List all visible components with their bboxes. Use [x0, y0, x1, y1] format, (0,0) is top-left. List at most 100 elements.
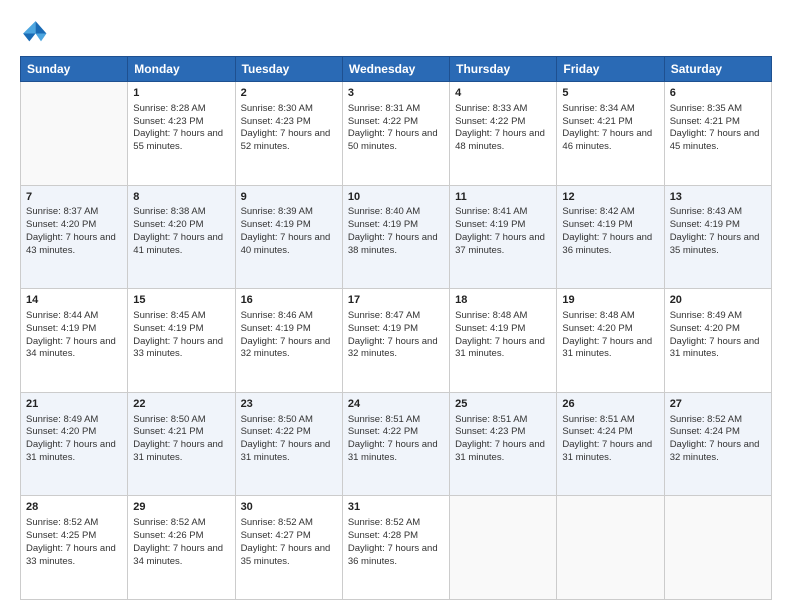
- calendar-cell: 2 Sunrise: 8:30 AMSunset: 4:23 PMDaylight…: [235, 82, 342, 186]
- weekday-header: Wednesday: [342, 57, 449, 82]
- day-info: Sunrise: 8:43 AMSunset: 4:19 PMDaylight:…: [670, 206, 760, 255]
- day-number: 5: [562, 86, 658, 101]
- calendar-cell: [664, 496, 771, 600]
- day-number: 21: [26, 397, 122, 412]
- day-info: Sunrise: 8:31 AMSunset: 4:22 PMDaylight:…: [348, 103, 438, 152]
- day-number: 28: [26, 500, 122, 515]
- calendar-cell: 16 Sunrise: 8:46 AMSunset: 4:19 PMDayligh…: [235, 289, 342, 393]
- day-info: Sunrise: 8:39 AMSunset: 4:19 PMDaylight:…: [241, 206, 331, 255]
- calendar-cell: 17 Sunrise: 8:47 AMSunset: 4:19 PMDayligh…: [342, 289, 449, 393]
- day-info: Sunrise: 8:51 AMSunset: 4:24 PMDaylight:…: [562, 414, 652, 463]
- calendar-cell: 25 Sunrise: 8:51 AMSunset: 4:23 PMDayligh…: [450, 392, 557, 496]
- day-info: Sunrise: 8:34 AMSunset: 4:21 PMDaylight:…: [562, 103, 652, 152]
- calendar-cell: [450, 496, 557, 600]
- day-number: 26: [562, 397, 658, 412]
- calendar-cell: 21 Sunrise: 8:49 AMSunset: 4:20 PMDayligh…: [21, 392, 128, 496]
- weekday-header: Saturday: [664, 57, 771, 82]
- day-info: Sunrise: 8:45 AMSunset: 4:19 PMDaylight:…: [133, 310, 223, 359]
- day-number: 16: [241, 293, 337, 308]
- day-number: 29: [133, 500, 229, 515]
- calendar-cell: 31 Sunrise: 8:52 AMSunset: 4:28 PMDayligh…: [342, 496, 449, 600]
- day-info: Sunrise: 8:52 AMSunset: 4:27 PMDaylight:…: [241, 517, 331, 566]
- day-number: 13: [670, 190, 766, 205]
- day-info: Sunrise: 8:49 AMSunset: 4:20 PMDaylight:…: [26, 414, 116, 463]
- day-number: 17: [348, 293, 444, 308]
- day-number: 11: [455, 190, 551, 205]
- day-number: 2: [241, 86, 337, 101]
- calendar-cell: 12Sunrise: 8:42 AMSunset: 4:19 PMDayligh…: [557, 185, 664, 289]
- day-number: 30: [241, 500, 337, 515]
- weekday-header: Monday: [128, 57, 235, 82]
- day-number: 1: [133, 86, 229, 101]
- day-number: 22: [133, 397, 229, 412]
- calendar-cell: 30 Sunrise: 8:52 AMSunset: 4:27 PMDayligh…: [235, 496, 342, 600]
- calendar: SundayMondayTuesdayWednesdayThursdayFrid…: [20, 56, 772, 600]
- day-info: Sunrise: 8:52 AMSunset: 4:26 PMDaylight:…: [133, 517, 223, 566]
- day-info: Sunrise: 8:48 AMSunset: 4:19 PMDaylight:…: [455, 310, 545, 359]
- weekday-header: Friday: [557, 57, 664, 82]
- day-number: 18: [455, 293, 551, 308]
- calendar-cell: 14 Sunrise: 8:44 AMSunset: 4:19 PMDayligh…: [21, 289, 128, 393]
- calendar-cell: 15Sunrise: 8:45 AMSunset: 4:19 PMDayligh…: [128, 289, 235, 393]
- day-number: 25: [455, 397, 551, 412]
- day-number: 24: [348, 397, 444, 412]
- day-number: 14: [26, 293, 122, 308]
- day-number: 27: [670, 397, 766, 412]
- logo: [20, 18, 52, 46]
- day-number: 3: [348, 86, 444, 101]
- day-info: Sunrise: 8:44 AMSunset: 4:19 PMDaylight:…: [26, 310, 116, 359]
- day-info: Sunrise: 8:49 AMSunset: 4:20 PMDaylight:…: [670, 310, 760, 359]
- day-info: Sunrise: 8:41 AMSunset: 4:19 PMDaylight:…: [455, 206, 545, 255]
- day-info: Sunrise: 8:52 AMSunset: 4:24 PMDaylight:…: [670, 414, 760, 463]
- calendar-cell: 24Sunrise: 8:51 AMSunset: 4:22 PMDayligh…: [342, 392, 449, 496]
- calendar-cell: 6 Sunrise: 8:35 AMSunset: 4:21 PMDaylight…: [664, 82, 771, 186]
- day-number: 8: [133, 190, 229, 205]
- calendar-cell: 13Sunrise: 8:43 AMSunset: 4:19 PMDayligh…: [664, 185, 771, 289]
- weekday-header: Sunday: [21, 57, 128, 82]
- calendar-cell: 20 Sunrise: 8:49 AMSunset: 4:20 PMDayligh…: [664, 289, 771, 393]
- calendar-cell: 8Sunrise: 8:38 AMSunset: 4:20 PMDaylight…: [128, 185, 235, 289]
- day-number: 6: [670, 86, 766, 101]
- day-number: 7: [26, 190, 122, 205]
- page: SundayMondayTuesdayWednesdayThursdayFrid…: [0, 0, 792, 612]
- day-number: 20: [670, 293, 766, 308]
- day-info: Sunrise: 8:50 AMSunset: 4:22 PMDaylight:…: [241, 414, 331, 463]
- day-info: Sunrise: 8:35 AMSunset: 4:21 PMDaylight:…: [670, 103, 760, 152]
- header: [20, 18, 772, 46]
- calendar-cell: 7Sunrise: 8:37 AMSunset: 4:20 PMDaylight…: [21, 185, 128, 289]
- day-info: Sunrise: 8:51 AMSunset: 4:23 PMDaylight:…: [455, 414, 545, 463]
- day-info: Sunrise: 8:48 AMSunset: 4:20 PMDaylight:…: [562, 310, 652, 359]
- weekday-header: Tuesday: [235, 57, 342, 82]
- calendar-cell: 29 Sunrise: 8:52 AMSunset: 4:26 PMDayligh…: [128, 496, 235, 600]
- calendar-cell: 3 Sunrise: 8:31 AMSunset: 4:22 PMDaylight…: [342, 82, 449, 186]
- day-info: Sunrise: 8:50 AMSunset: 4:21 PMDaylight:…: [133, 414, 223, 463]
- day-number: 23: [241, 397, 337, 412]
- calendar-cell: [21, 82, 128, 186]
- day-info: Sunrise: 8:47 AMSunset: 4:19 PMDaylight:…: [348, 310, 438, 359]
- day-info: Sunrise: 8:33 AMSunset: 4:22 PMDaylight:…: [455, 103, 545, 152]
- day-info: Sunrise: 8:28 AMSunset: 4:23 PMDaylight:…: [133, 103, 223, 152]
- calendar-cell: 19 Sunrise: 8:48 AMSunset: 4:20 PMDayligh…: [557, 289, 664, 393]
- day-info: Sunrise: 8:30 AMSunset: 4:23 PMDaylight:…: [241, 103, 331, 152]
- calendar-cell: 26 Sunrise: 8:51 AMSunset: 4:24 PMDayligh…: [557, 392, 664, 496]
- day-number: 4: [455, 86, 551, 101]
- calendar-cell: 23 Sunrise: 8:50 AMSunset: 4:22 PMDayligh…: [235, 392, 342, 496]
- calendar-cell: 28 Sunrise: 8:52 AMSunset: 4:25 PMDayligh…: [21, 496, 128, 600]
- day-number: 12: [562, 190, 658, 205]
- calendar-cell: 9Sunrise: 8:39 AMSunset: 4:19 PMDaylight…: [235, 185, 342, 289]
- day-info: Sunrise: 8:37 AMSunset: 4:20 PMDaylight:…: [26, 206, 116, 255]
- logo-icon: [20, 18, 48, 46]
- calendar-cell: 1 Sunrise: 8:28 AMSunset: 4:23 PMDaylight…: [128, 82, 235, 186]
- day-info: Sunrise: 8:40 AMSunset: 4:19 PMDaylight:…: [348, 206, 438, 255]
- day-info: Sunrise: 8:46 AMSunset: 4:19 PMDaylight:…: [241, 310, 331, 359]
- calendar-cell: 4 Sunrise: 8:33 AMSunset: 4:22 PMDaylight…: [450, 82, 557, 186]
- day-number: 31: [348, 500, 444, 515]
- calendar-cell: 10Sunrise: 8:40 AMSunset: 4:19 PMDayligh…: [342, 185, 449, 289]
- day-info: Sunrise: 8:42 AMSunset: 4:19 PMDaylight:…: [562, 206, 652, 255]
- day-info: Sunrise: 8:52 AMSunset: 4:25 PMDaylight:…: [26, 517, 116, 566]
- calendar-cell: 22 Sunrise: 8:50 AMSunset: 4:21 PMDayligh…: [128, 392, 235, 496]
- day-number: 9: [241, 190, 337, 205]
- day-number: 19: [562, 293, 658, 308]
- calendar-cell: 27 Sunrise: 8:52 AMSunset: 4:24 PMDayligh…: [664, 392, 771, 496]
- day-info: Sunrise: 8:52 AMSunset: 4:28 PMDaylight:…: [348, 517, 438, 566]
